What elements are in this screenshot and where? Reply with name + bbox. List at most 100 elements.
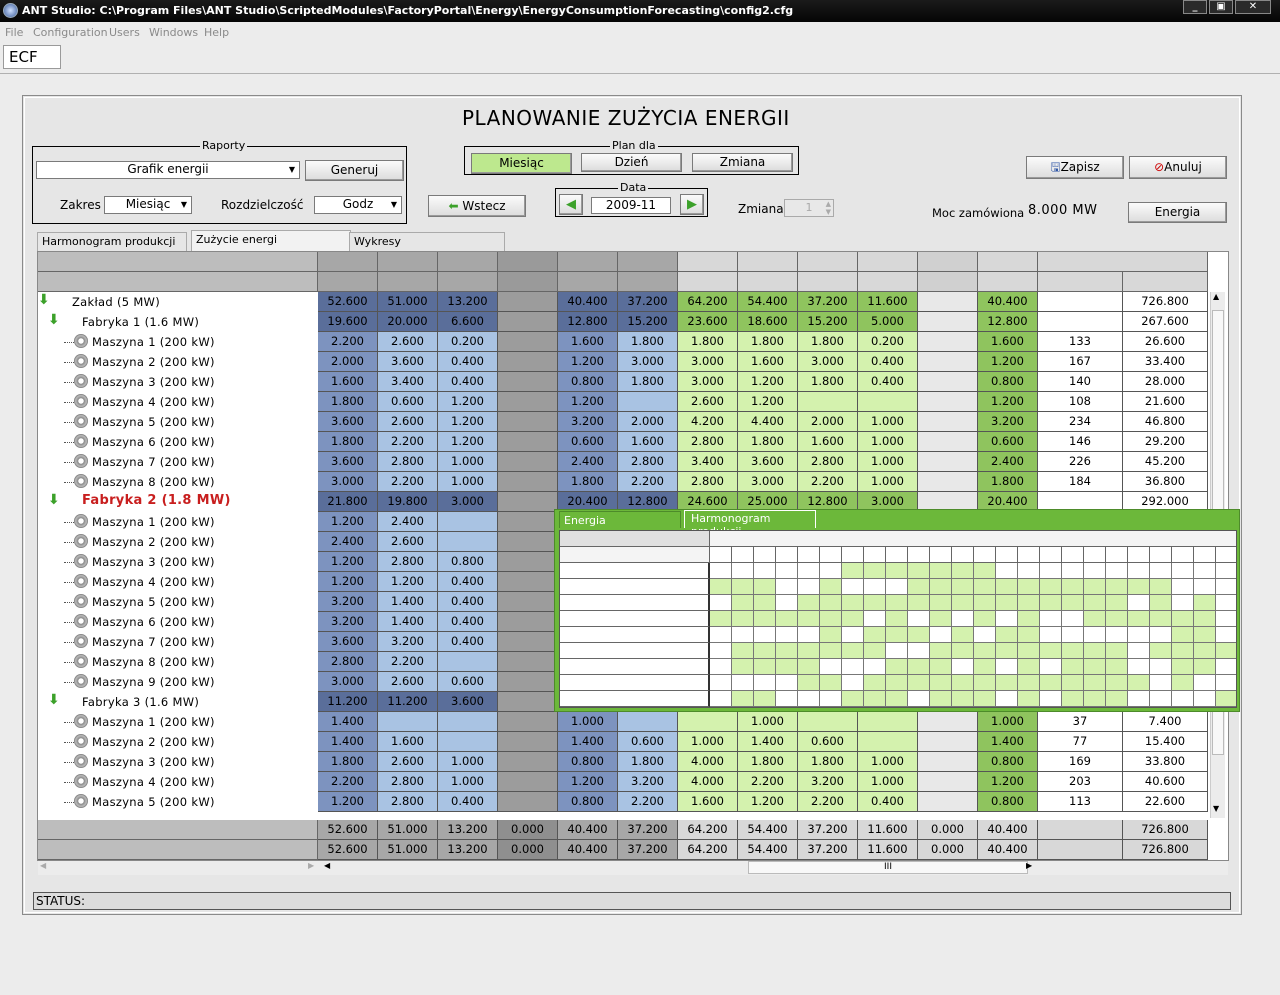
popup-hour-cell[interactable] [908,691,930,707]
popup-hour-cell[interactable] [1194,611,1216,627]
popup-hour-cell[interactable] [1150,691,1172,707]
popup-hour-cell[interactable] [886,659,908,675]
popup-hour-cell[interactable] [1018,595,1040,611]
menu-file[interactable]: File [5,26,23,39]
table-cell[interactable]: 1.000 [558,712,618,732]
table-cell[interactable]: 3.000 [678,352,738,372]
popup-hour-cell[interactable] [798,579,820,595]
popup-hour-cell[interactable] [930,675,952,691]
popup-hour-cell[interactable] [754,659,776,675]
table-cell[interactable]: 21.800 [318,492,378,512]
table-cell[interactable] [918,332,978,352]
popup-hour-cell[interactable] [1062,675,1084,691]
tree-row[interactable]: Maszyna 8 (200 kW) [38,472,318,492]
table-cell[interactable] [918,392,978,412]
table-cell[interactable]: 2.400 [978,452,1038,472]
table-cell[interactable] [498,672,558,692]
table-cell[interactable]: 51.000 [378,292,438,312]
popup-hour-cell[interactable] [1062,563,1084,579]
table-cell[interactable] [498,772,558,792]
menu-help[interactable]: Help [204,26,229,39]
table-cell[interactable]: 1.200 [978,352,1038,372]
tree-row[interactable]: Maszyna 4 (200 kW) [38,392,318,412]
popup-hour-cell[interactable] [710,563,732,579]
popup-hour-cell[interactable] [754,691,776,707]
popup-hour-cell[interactable] [1084,659,1106,675]
table-cell[interactable]: 3.000 [738,472,798,492]
report-type-select[interactable]: Grafik energii ▼ [36,161,300,179]
popup-hour-cell[interactable] [1150,643,1172,659]
popup-hour-cell[interactable] [996,643,1018,659]
scroll-left-icon[interactable]: ◀ [324,861,330,870]
popup-hour-cell[interactable] [1128,675,1150,691]
popup-hour-cell[interactable] [1128,643,1150,659]
popup-hour-cell[interactable] [710,659,732,675]
tab-wykresy[interactable]: Wykresy [349,232,505,251]
table-cell[interactable]: 3.200 [318,612,378,632]
table-cell[interactable]: 0.600 [798,732,858,752]
popup-hour-cell[interactable] [754,643,776,659]
popup-hour-cell[interactable] [1106,595,1128,611]
table-cell[interactable]: 2.000 [798,412,858,432]
popup-hour-cell[interactable] [1128,627,1150,643]
popup-hour-cell[interactable] [974,627,996,643]
table-cell[interactable] [918,772,978,792]
table-cell[interactable] [858,732,918,752]
tree-row[interactable]: Maszyna 1 (200 kW) [38,712,318,732]
generate-button[interactable]: Generuj [305,160,404,181]
popup-hour-cell[interactable] [1172,659,1194,675]
table-cell[interactable]: 2.200 [618,472,678,492]
popup-hour-cell[interactable] [776,627,798,643]
table-cell[interactable]: 5.000 [858,312,918,332]
table-cell[interactable]: 4.200 [678,412,738,432]
maximize-button[interactable]: ▣ [1209,0,1233,14]
table-cell[interactable] [498,392,558,412]
table-cell[interactable]: 2.200 [318,772,378,792]
table-cell[interactable]: 1.000 [738,712,798,732]
tree-row[interactable]: Maszyna 3 (200 kW) [38,552,318,572]
table-cell[interactable]: 15.200 [798,312,858,332]
popup-hour-cell[interactable] [1172,611,1194,627]
table-cell[interactable]: 1.000 [438,752,498,772]
menu-users[interactable]: Users [109,26,140,39]
tree-row[interactable]: Maszyna 4 (200 kW) [38,772,318,792]
popup-hour-cell[interactable] [1194,675,1216,691]
table-cell[interactable]: 1.400 [978,732,1038,752]
table-cell[interactable]: 1.800 [978,472,1038,492]
popup-hour-cell[interactable] [1062,691,1084,707]
popup-hour-cell[interactable] [754,563,776,579]
popup-hour-cell[interactable] [1172,563,1194,579]
table-cell[interactable]: 1.600 [798,432,858,452]
close-button[interactable]: ✕ [1235,0,1271,14]
popup-hour-cell[interactable] [908,643,930,659]
popup-hour-cell[interactable] [842,659,864,675]
popup-hour-cell[interactable] [1106,675,1128,691]
popup-hour-cell[interactable] [776,643,798,659]
popup-hour-cell[interactable] [776,579,798,595]
table-cell[interactable]: 0.800 [558,792,618,812]
tree-row[interactable]: Maszyna 9 (200 kW) [38,672,318,692]
table-cell[interactable]: 0.400 [438,572,498,592]
popup-hour-cell[interactable] [842,643,864,659]
table-cell[interactable] [498,492,558,512]
table-cell[interactable]: 2.800 [798,452,858,472]
tree-row[interactable]: Maszyna 3 (200 kW) [38,372,318,392]
table-cell[interactable] [918,452,978,472]
tree-row[interactable]: ⬇ Zakład (5 MW) [38,292,318,312]
table-cell[interactable]: 3.200 [558,412,618,432]
popup-hour-cell[interactable] [1172,595,1194,611]
table-cell[interactable]: 0.600 [558,432,618,452]
table-cell[interactable]: 2.600 [378,532,438,552]
table-cell[interactable]: 3.400 [378,372,438,392]
minimize-button[interactable]: _ [1183,0,1207,14]
popup-hour-cell[interactable] [1040,691,1062,707]
popup-hour-cell[interactable] [754,579,776,595]
popup-hour-cell[interactable] [710,611,732,627]
popup-hour-cell[interactable] [974,595,996,611]
table-cell[interactable] [918,352,978,372]
table-cell[interactable]: 1.200 [438,412,498,432]
tree-row[interactable]: Maszyna 1 (200 kW) [38,332,318,352]
table-cell[interactable]: 23.600 [678,312,738,332]
popup-hour-cell[interactable] [1062,627,1084,643]
popup-hour-cell[interactable] [754,611,776,627]
